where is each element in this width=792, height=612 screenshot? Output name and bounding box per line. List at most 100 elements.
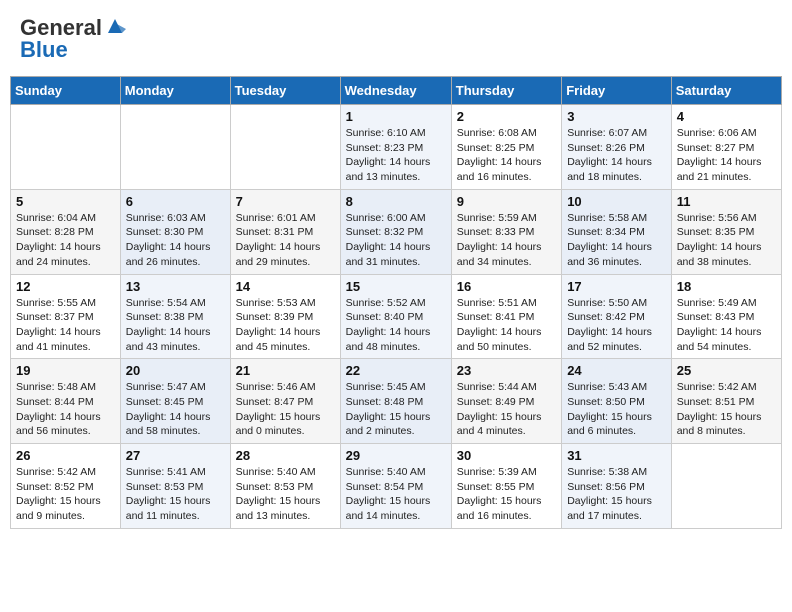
day-info: Sunrise: 5:50 AMSunset: 8:42 PMDaylight:… xyxy=(567,296,666,355)
day-info: Sunrise: 5:58 AMSunset: 8:34 PMDaylight:… xyxy=(567,211,666,270)
day-number: 10 xyxy=(567,194,666,209)
day-info: Sunrise: 5:52 AMSunset: 8:40 PMDaylight:… xyxy=(346,296,446,355)
weekday-header-tuesday: Tuesday xyxy=(230,77,340,105)
weekday-header-saturday: Saturday xyxy=(671,77,781,105)
calendar-cell: 6 Sunrise: 6:03 AMSunset: 8:30 PMDaylight… xyxy=(120,189,230,274)
day-number: 17 xyxy=(567,279,666,294)
day-info: Sunrise: 5:40 AMSunset: 8:53 PMDaylight:… xyxy=(236,465,335,524)
day-number: 6 xyxy=(126,194,225,209)
day-number: 18 xyxy=(677,279,776,294)
day-number: 3 xyxy=(567,109,666,124)
day-info: Sunrise: 5:56 AMSunset: 8:35 PMDaylight:… xyxy=(677,211,776,270)
calendar-cell: 21 Sunrise: 5:46 AMSunset: 8:47 PMDayligh… xyxy=(230,359,340,444)
calendar-cell: 23Sunrise: 5:44 AMSunset: 8:49 PMDayligh… xyxy=(451,359,561,444)
calendar-cell xyxy=(230,105,340,190)
day-number: 30 xyxy=(457,448,556,463)
day-number: 11 xyxy=(677,194,776,209)
day-number: 22 xyxy=(346,363,446,378)
day-info: Sunrise: 6:07 AMSunset: 8:26 PMDaylight:… xyxy=(567,126,666,185)
day-info: Sunrise: 6:08 AMSunset: 8:25 PMDaylight:… xyxy=(457,126,556,185)
day-info: Sunrise: 5:43 AMSunset: 8:50 PMDaylight:… xyxy=(567,380,666,439)
calendar-header-row: SundayMondayTuesdayWednesdayThursdayFrid… xyxy=(11,77,782,105)
calendar-cell: 25Sunrise: 5:42 AMSunset: 8:51 PMDayligh… xyxy=(671,359,781,444)
day-number: 19 xyxy=(16,363,115,378)
calendar-cell: 20 Sunrise: 5:47 AMSunset: 8:45 PMDayligh… xyxy=(120,359,230,444)
calendar-cell: 30Sunrise: 5:39 AMSunset: 8:55 PMDayligh… xyxy=(451,444,561,529)
day-info: Sunrise: 5:53 AMSunset: 8:39 PMDaylight:… xyxy=(236,296,335,355)
calendar-week-4: 19 Sunrise: 5:48 AMSunset: 8:44 PMDayligh… xyxy=(11,359,782,444)
day-number: 9 xyxy=(457,194,556,209)
calendar-cell xyxy=(120,105,230,190)
day-info: Sunrise: 5:48 AMSunset: 8:44 PMDaylight:… xyxy=(16,380,115,439)
day-number: 13 xyxy=(126,279,225,294)
calendar-cell: 24 Sunrise: 5:43 AMSunset: 8:50 PMDayligh… xyxy=(562,359,672,444)
calendar-cell: 4 Sunrise: 6:06 AMSunset: 8:27 PMDaylight… xyxy=(671,105,781,190)
day-info: Sunrise: 5:47 AMSunset: 8:45 PMDaylight:… xyxy=(126,380,225,439)
weekday-header-thursday: Thursday xyxy=(451,77,561,105)
calendar-cell: 9Sunrise: 5:59 AMSunset: 8:33 PMDaylight… xyxy=(451,189,561,274)
day-number: 8 xyxy=(346,194,446,209)
calendar-cell: 29 Sunrise: 5:40 AMSunset: 8:54 PMDayligh… xyxy=(340,444,451,529)
day-number: 12 xyxy=(16,279,115,294)
day-number: 16 xyxy=(457,279,556,294)
calendar-cell: 18 Sunrise: 5:49 AMSunset: 8:43 PMDayligh… xyxy=(671,274,781,359)
calendar-cell: 5 Sunrise: 6:04 AMSunset: 8:28 PMDaylight… xyxy=(11,189,121,274)
day-info: Sunrise: 6:04 AMSunset: 8:28 PMDaylight:… xyxy=(16,211,115,270)
calendar-week-2: 5 Sunrise: 6:04 AMSunset: 8:28 PMDaylight… xyxy=(11,189,782,274)
day-info: Sunrise: 6:00 AMSunset: 8:32 PMDaylight:… xyxy=(346,211,446,270)
calendar-cell: 13 Sunrise: 5:54 AMSunset: 8:38 PMDayligh… xyxy=(120,274,230,359)
day-number: 1 xyxy=(346,109,446,124)
calendar-week-3: 12 Sunrise: 5:55 AMSunset: 8:37 PMDayligh… xyxy=(11,274,782,359)
day-number: 28 xyxy=(236,448,335,463)
calendar-cell: 26Sunrise: 5:42 AMSunset: 8:52 PMDayligh… xyxy=(11,444,121,529)
day-number: 15 xyxy=(346,279,446,294)
calendar-cell: 31 Sunrise: 5:38 AMSunset: 8:56 PMDayligh… xyxy=(562,444,672,529)
day-info: Sunrise: 5:42 AMSunset: 8:51 PMDaylight:… xyxy=(677,380,776,439)
day-number: 21 xyxy=(236,363,335,378)
day-info: Sunrise: 6:06 AMSunset: 8:27 PMDaylight:… xyxy=(677,126,776,185)
day-number: 14 xyxy=(236,279,335,294)
calendar-cell: 2 Sunrise: 6:08 AMSunset: 8:25 PMDaylight… xyxy=(451,105,561,190)
weekday-header-wednesday: Wednesday xyxy=(340,77,451,105)
day-number: 23 xyxy=(457,363,556,378)
day-info: Sunrise: 5:38 AMSunset: 8:56 PMDaylight:… xyxy=(567,465,666,524)
calendar-cell: 17 Sunrise: 5:50 AMSunset: 8:42 PMDayligh… xyxy=(562,274,672,359)
weekday-header-friday: Friday xyxy=(562,77,672,105)
calendar-cell: 28 Sunrise: 5:40 AMSunset: 8:53 PMDayligh… xyxy=(230,444,340,529)
calendar-cell: 19 Sunrise: 5:48 AMSunset: 8:44 PMDayligh… xyxy=(11,359,121,444)
calendar-cell: 11 Sunrise: 5:56 AMSunset: 8:35 PMDayligh… xyxy=(671,189,781,274)
calendar-cell: 12 Sunrise: 5:55 AMSunset: 8:37 PMDayligh… xyxy=(11,274,121,359)
day-number: 31 xyxy=(567,448,666,463)
day-number: 24 xyxy=(567,363,666,378)
day-number: 20 xyxy=(126,363,225,378)
calendar-cell: 3 Sunrise: 6:07 AMSunset: 8:26 PMDaylight… xyxy=(562,105,672,190)
weekday-header-monday: Monday xyxy=(120,77,230,105)
day-info: Sunrise: 5:49 AMSunset: 8:43 PMDaylight:… xyxy=(677,296,776,355)
day-info: Sunrise: 6:03 AMSunset: 8:30 PMDaylight:… xyxy=(126,211,225,270)
day-number: 2 xyxy=(457,109,556,124)
calendar-cell: 27 Sunrise: 5:41 AMSunset: 8:53 PMDayligh… xyxy=(120,444,230,529)
calendar-cell: 8 Sunrise: 6:00 AMSunset: 8:32 PMDaylight… xyxy=(340,189,451,274)
weekday-header-sunday: Sunday xyxy=(11,77,121,105)
day-info: Sunrise: 6:01 AMSunset: 8:31 PMDaylight:… xyxy=(236,211,335,270)
page-header: General Blue xyxy=(10,10,782,68)
day-number: 26 xyxy=(16,448,115,463)
calendar-week-5: 26Sunrise: 5:42 AMSunset: 8:52 PMDayligh… xyxy=(11,444,782,529)
day-number: 27 xyxy=(126,448,225,463)
day-number: 4 xyxy=(677,109,776,124)
day-info: Sunrise: 5:41 AMSunset: 8:53 PMDaylight:… xyxy=(126,465,225,524)
calendar-cell: 7 Sunrise: 6:01 AMSunset: 8:31 PMDaylight… xyxy=(230,189,340,274)
logo-icon xyxy=(104,15,126,37)
day-info: Sunrise: 5:45 AMSunset: 8:48 PMDaylight:… xyxy=(346,380,446,439)
day-info: Sunrise: 5:46 AMSunset: 8:47 PMDaylight:… xyxy=(236,380,335,439)
day-info: Sunrise: 6:10 AMSunset: 8:23 PMDaylight:… xyxy=(346,126,446,185)
day-number: 7 xyxy=(236,194,335,209)
day-info: Sunrise: 5:55 AMSunset: 8:37 PMDaylight:… xyxy=(16,296,115,355)
day-number: 5 xyxy=(16,194,115,209)
day-number: 29 xyxy=(346,448,446,463)
day-info: Sunrise: 5:40 AMSunset: 8:54 PMDaylight:… xyxy=(346,465,446,524)
calendar-cell: 15 Sunrise: 5:52 AMSunset: 8:40 PMDayligh… xyxy=(340,274,451,359)
calendar-week-1: 1 Sunrise: 6:10 AMSunset: 8:23 PMDaylight… xyxy=(11,105,782,190)
calendar-cell xyxy=(11,105,121,190)
day-info: Sunrise: 5:54 AMSunset: 8:38 PMDaylight:… xyxy=(126,296,225,355)
